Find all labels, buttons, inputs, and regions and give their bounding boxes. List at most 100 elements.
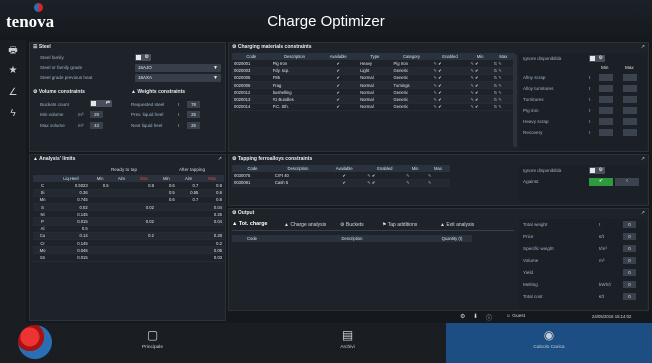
limit-input[interactable]: 0.04 — [200, 203, 224, 212]
limit-input[interactable] — [132, 225, 156, 233]
material-class-min-input[interactable] — [599, 96, 613, 103]
limit-input[interactable] — [89, 189, 111, 197]
min-input[interactable]: ✎ ✔ — [468, 67, 492, 75]
limit-input[interactable] — [132, 253, 156, 262]
limit-input[interactable] — [155, 239, 177, 248]
limit-input[interactable] — [176, 246, 201, 255]
limit-input[interactable] — [176, 217, 201, 226]
nav-principale[interactable]: ▢ Principale — [115, 323, 190, 363]
material-class-max-input[interactable] — [623, 129, 637, 136]
material-class-min-input[interactable] — [599, 118, 613, 125]
tab-buckets[interactable]: ⚙ Buckets — [340, 222, 364, 228]
limit-input[interactable]: 0.8 — [200, 196, 224, 205]
prev-heat-select[interactable]: 16AXA ▼ — [135, 74, 221, 82]
limit-input[interactable]: 0.02 — [132, 203, 156, 212]
material-class-max-input[interactable] — [623, 107, 637, 114]
enabled-checkbox[interactable]: ✎ ✔ — [431, 95, 469, 104]
material-class-min-input[interactable] — [599, 129, 613, 136]
settings-icon[interactable]: ⚙ — [460, 313, 465, 320]
limit-input[interactable] — [89, 210, 111, 219]
min-input[interactable]: ✎ — [404, 179, 426, 187]
limit-input[interactable]: 0.06 — [200, 246, 224, 255]
limit-input[interactable] — [155, 253, 177, 262]
limit-input[interactable]: 0.8 — [132, 182, 156, 190]
tab-tap-additions[interactable]: ⚑ Tap additions — [382, 222, 417, 228]
limit-input[interactable] — [176, 253, 201, 262]
steel-grade-select[interactable]: 16AJO ▼ — [135, 64, 221, 72]
material-class-max-input[interactable] — [623, 74, 637, 81]
min-volume-input[interactable]: 29 — [90, 111, 103, 118]
expand-icon[interactable]: ↗ — [641, 210, 645, 216]
max-input[interactable]: ⇅ ✎ — [491, 60, 515, 68]
table-row[interactable]: 0030075 CrFt 40 ✔ ✎ ✔ ✎ ✎ — [232, 172, 450, 180]
table-row[interactable]: 0020001 Pig Iron ✔ Heavy Pig Iron ✎ ✔ ✎ ✔ ⇅ ✎ — [232, 60, 515, 68]
limit-input[interactable] — [89, 239, 111, 248]
enabled-checkbox[interactable]: ✎ ✔ — [365, 179, 405, 187]
limit-input[interactable]: 0.6 — [155, 196, 177, 205]
limit-input[interactable] — [176, 239, 201, 248]
table-row[interactable]: 0020005 F85 ✔ Normal Generic ✎ ✔ ✎ ✔ ⇅ ✎ — [232, 74, 515, 83]
table-row[interactable]: 0020003 Fdy. scp. ✔ Light Generic ✎ ✔ ✎ ✔ ⇅ ✎ — [232, 67, 515, 75]
table-scrollbar[interactable] — [513, 55, 517, 147]
requested-steel-input[interactable]: 78 — [187, 101, 200, 108]
table-row[interactable]: 0020014 P.C. Sth. ✔ Normal Generic ✎ ✔ ✎ ✔ ⇅ ✎ — [232, 103, 515, 111]
min-input[interactable]: ✎ ✔ — [468, 60, 492, 68]
limit-input[interactable]: 0.6 — [200, 189, 224, 197]
lightning-icon[interactable]: ϟ — [6, 108, 20, 119]
angle-icon[interactable]: ∠ — [6, 87, 20, 98]
limit-input[interactable]: 0.2 — [200, 239, 224, 248]
max-input[interactable]: ⇅ ✎ — [491, 88, 515, 97]
material-class-max-input[interactable] — [623, 118, 637, 125]
info-icon[interactable]: ⓘ — [486, 313, 492, 322]
limit-input[interactable] — [110, 225, 133, 233]
limit-input[interactable] — [200, 225, 224, 233]
limit-input[interactable] — [89, 217, 111, 226]
tab-charge-analysis[interactable]: ▲ Charge analysis — [284, 222, 326, 228]
min-input[interactable]: ✎ ✔ — [468, 74, 492, 83]
limit-input[interactable] — [132, 246, 156, 255]
limit-input[interactable] — [110, 232, 133, 241]
limit-input[interactable] — [155, 232, 177, 241]
limit-input[interactable] — [132, 239, 156, 248]
enabled-checkbox[interactable]: ✎ ✔ — [431, 74, 469, 83]
limit-input[interactable] — [89, 246, 111, 255]
expand-icon[interactable]: ↗ — [641, 156, 645, 162]
ignore-availability-toggle[interactable]: ⚙ — [589, 167, 605, 174]
table-row[interactable]: 0020012 bushelling ✔ Normal Generic ✎ ✔ ✎ ✔ ⇅ ✎ — [232, 88, 515, 97]
max-input[interactable]: ✎ — [425, 172, 450, 180]
nav-calcolo-carica[interactable]: ◉ Calcolo Carica — [446, 323, 652, 363]
min-input[interactable]: ✎ ✔ — [468, 88, 492, 97]
min-input[interactable]: ✎ — [404, 172, 426, 180]
limit-input[interactable] — [155, 217, 177, 226]
limit-input[interactable] — [110, 189, 133, 197]
against-no-button[interactable]: ‹ — [615, 178, 639, 186]
limit-input[interactable]: 0.02 — [132, 217, 156, 226]
max-input[interactable]: ✎ — [425, 179, 450, 187]
limit-input[interactable]: 0.04 — [200, 217, 224, 226]
limit-input[interactable] — [176, 225, 201, 233]
monitor-icon[interactable]: 🖶 — [6, 43, 20, 60]
expand-icon[interactable]: ↗ — [218, 156, 222, 162]
limit-input[interactable] — [89, 225, 111, 233]
min-input[interactable]: ✎ ✔ — [468, 95, 492, 104]
limit-input[interactable] — [110, 203, 133, 212]
material-class-min-input[interactable] — [599, 107, 613, 114]
limit-input[interactable] — [132, 210, 156, 219]
max-input[interactable]: ⇅ ✎ — [491, 95, 515, 104]
limit-input[interactable]: 0.5 — [155, 189, 177, 197]
limit-input[interactable] — [176, 210, 201, 219]
limit-input[interactable] — [110, 253, 133, 262]
limit-input[interactable] — [132, 196, 156, 205]
limit-input[interactable]: 0.2 — [132, 232, 156, 241]
limit-input[interactable]: 0.25 — [200, 210, 224, 219]
limit-input[interactable]: 0.8 — [200, 182, 224, 190]
table-row[interactable]: 0020006 Frag ✔ Normal Turnings ✎ ✔ ✎ ✔ ⇅ ✎ — [232, 81, 515, 90]
table-row[interactable]: 0020013 #1 Bundles ✔ Normal Generic ✎ ✔ ✎ ✔ ⇅ ✎ — [232, 95, 515, 104]
max-input[interactable]: ⇅ ✎ — [491, 74, 515, 83]
limit-input[interactable]: 0.5 — [89, 182, 111, 190]
tab-tot-charge[interactable]: ▲ Tot. charge — [232, 221, 280, 231]
limit-input[interactable] — [176, 203, 201, 212]
table-row[interactable]: 0030081 Cash 5 ✔ ✎ ✔ ✎ ✎ — [232, 179, 450, 187]
min-input[interactable]: ✎ ✔ — [468, 103, 492, 111]
limit-input[interactable]: 0.28 — [200, 232, 224, 241]
